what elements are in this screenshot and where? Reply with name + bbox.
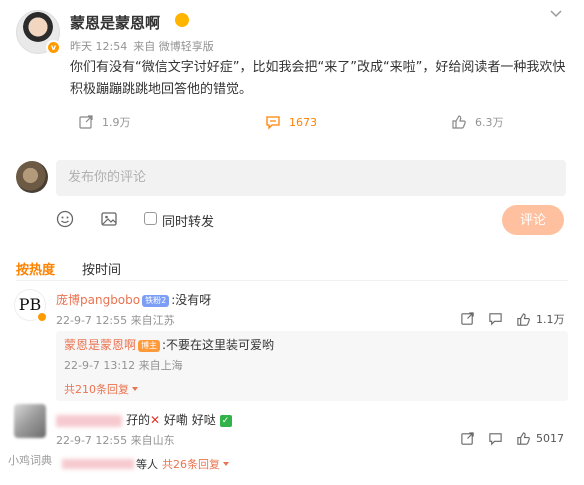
reply-text: :不要在这里装可爱哟: [162, 338, 275, 352]
my-avatar: [16, 161, 48, 193]
comment-meta: 22-9-7 12:55 来自山东: [56, 432, 175, 448]
reply-icon[interactable]: [488, 431, 503, 446]
sub-replies-text: 等人: [136, 458, 158, 471]
comment-location: 来自山东: [130, 434, 175, 447]
comment-meta: 22-9-7 12:55 来自江苏: [56, 312, 175, 328]
repost-count: 1.9万: [102, 116, 131, 129]
repost-checkbox[interactable]: [144, 212, 157, 225]
comment-text-part2: 好嘞: [160, 413, 188, 427]
more-replies-link[interactable]: 共26条回复: [162, 456, 220, 472]
like-button[interactable]: 6.3万: [451, 114, 504, 130]
comment-like-button[interactable]: 5017: [516, 431, 564, 446]
verified-badge-icon: [36, 311, 48, 323]
vip-emoji-icon: [175, 13, 189, 27]
check-emoji-icon: ✓: [219, 414, 232, 427]
comment-count: 1673: [289, 115, 317, 129]
cross-emoji-icon: ✕: [150, 413, 161, 427]
comment-text: :没有呀: [171, 293, 212, 307]
comment-like-button[interactable]: 1.1万: [516, 311, 565, 327]
emoji-icon[interactable]: [56, 210, 74, 228]
repost-checkbox-label[interactable]: 同时转发: [162, 211, 214, 230]
reply-author-name[interactable]: 蒙恩是蒙恩啊: [64, 338, 136, 352]
more-replies-link[interactable]: 共210条回复: [64, 381, 139, 397]
reply-location: 来自上海: [138, 359, 183, 372]
verified-badge-icon: v: [46, 40, 61, 55]
repost-icon: [78, 114, 94, 130]
comment-location: 来自江苏: [130, 314, 175, 327]
submit-comment-button[interactable]: 评论: [502, 205, 564, 235]
share-icon[interactable]: [460, 431, 475, 446]
commenter-avatar[interactable]: [14, 404, 46, 438]
fan-badge: 铁粉2: [142, 294, 170, 307]
post-time: 昨天 12:54: [70, 40, 128, 53]
comment-line: 庞博pangbobo 铁粉2:没有呀: [56, 291, 211, 308]
author-name[interactable]: 蒙恩是蒙恩啊: [70, 12, 160, 33]
share-icon[interactable]: [460, 311, 475, 326]
watermark: 小鸡词典: [8, 454, 52, 467]
reply-time: 22-9-7 13:12: [64, 358, 136, 372]
sub-replies-line: 等人 共26条回复: [136, 456, 230, 472]
reply-icon[interactable]: [488, 311, 503, 326]
comment-like-count: 5017: [536, 432, 564, 445]
comment-text-part1: 孖的: [126, 413, 151, 427]
blurred-reply-name: [62, 459, 134, 469]
comment-like-count: 1.1万: [536, 313, 565, 326]
divider: [16, 280, 568, 281]
commenter-name[interactable]: 庞博pangbobo: [56, 293, 140, 307]
comment-time: 22-9-7 12:55: [56, 313, 128, 327]
blurred-commenter-name[interactable]: [56, 414, 122, 427]
thumbs-up-icon: [516, 312, 531, 327]
comment-text-part3: 好哒: [187, 413, 216, 427]
author-badge: 博主: [138, 339, 161, 352]
comment-input[interactable]: 发布你的评论: [56, 160, 566, 196]
more-replies-label: 共210条回复: [64, 383, 129, 396]
post-body: 你们有没有“微信文字讨好症”，比如我会把“来了”改成“来啦”，好给阅读者一种我欢…: [70, 60, 566, 97]
caret-down-icon: [131, 385, 139, 393]
caret-down-icon: [222, 460, 230, 468]
comment-time: 22-9-7 12:55: [56, 433, 128, 447]
tab-sort-time[interactable]: 按时间: [82, 259, 121, 278]
reply-line: 蒙恩是蒙恩啊 博主:不要在这里装可爱哟: [64, 336, 274, 353]
thumbs-up-icon: [516, 431, 531, 446]
comment-button[interactable]: 1673: [265, 114, 317, 130]
post-source: 来自 微博轻享版: [133, 40, 214, 53]
thumbs-up-icon: [451, 114, 467, 130]
comment-line: 孖的✕ 好嘞 好哒 ✓: [56, 411, 232, 428]
comment-icon: [265, 114, 281, 130]
image-icon[interactable]: [100, 210, 118, 228]
post-meta: 昨天 12:54 来自 微博轻享版: [70, 38, 214, 54]
reply-meta: 22-9-7 13:12 来自上海: [64, 357, 183, 373]
tab-sort-hot[interactable]: 按热度: [16, 259, 55, 278]
repost-button[interactable]: 1.9万: [78, 114, 131, 130]
like-count: 6.3万: [475, 116, 504, 129]
chevron-down-icon[interactable]: [548, 6, 564, 22]
